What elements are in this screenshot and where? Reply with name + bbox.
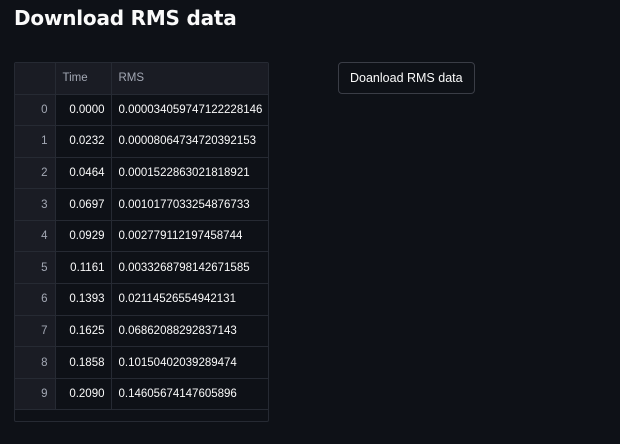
time-cell[interactable]: 0.0697 xyxy=(55,188,112,221)
table-row: 7 0.1625 0.06862088292837143 xyxy=(15,315,268,348)
page-title: Download RMS data xyxy=(14,6,237,30)
rms-cell[interactable]: 0.10150402039289474 xyxy=(111,346,268,379)
table-row: 9 0.2090 0.14605674147605896 xyxy=(15,378,268,411)
rms-cell[interactable]: 0.14605674147605896 xyxy=(111,378,268,411)
time-column-header[interactable]: Time xyxy=(55,63,112,95)
rms-cell[interactable]: 0.02114526554942131 xyxy=(111,283,268,316)
download-rms-data-button[interactable]: Doanload RMS data xyxy=(338,62,475,94)
table-row: 2 0.0464 0.0001522863021818921 xyxy=(15,157,268,190)
row-index-cell[interactable]: 5 xyxy=(15,251,56,285)
table-row: 8 0.1858 0.10150402039289474 xyxy=(15,346,268,379)
table-body: 0 0.0000 0.000034059747122228146 1 0.0232 0.0… xyxy=(15,94,268,411)
table-row: 4 0.0929 0.002779112197458744 xyxy=(15,220,268,253)
row-index-cell[interactable]: 2 xyxy=(15,157,56,190)
table-row: 0 0.0000 0.000034059747122228146 xyxy=(15,94,268,127)
rms-cell[interactable]: 0.002779112197458744 xyxy=(111,220,268,253)
time-cell[interactable]: 0.0929 xyxy=(55,220,112,253)
time-cell[interactable]: 0.1393 xyxy=(55,283,112,316)
index-column-header[interactable] xyxy=(15,63,56,95)
time-cell[interactable]: 0.0464 xyxy=(55,157,112,190)
rms-cell[interactable]: 0.0010177033254876733 xyxy=(111,188,268,221)
time-cell[interactable]: 0.0232 xyxy=(55,125,112,158)
row-index-cell[interactable]: 0 xyxy=(15,94,56,127)
table-header-row: Time RMS xyxy=(15,63,268,95)
rms-cell[interactable]: 0.06862088292837143 xyxy=(111,315,268,348)
time-cell[interactable]: 0.1625 xyxy=(55,315,112,348)
row-index-cell[interactable]: 6 xyxy=(15,283,56,316)
rms-cell[interactable]: 0.00008064734720392153 xyxy=(111,125,268,158)
rms-column-header[interactable]: RMS xyxy=(111,63,268,95)
table-row: 6 0.1393 0.02114526554942131 xyxy=(15,283,268,316)
row-index-cell[interactable]: 4 xyxy=(15,220,56,253)
page: Download RMS data Time RMS 0 0.0000 0.0000… xyxy=(0,0,620,444)
rms-data-table[interactable]: Time RMS 0 0.0000 0.000034059747122228146 1… xyxy=(14,62,269,422)
table-row: 1 0.0232 0.00008064734720392153 xyxy=(15,125,268,158)
time-cell[interactable]: 0.1858 xyxy=(55,346,112,379)
row-index-cell[interactable]: 7 xyxy=(15,315,56,348)
table-row: 3 0.0697 0.0010177033254876733 xyxy=(15,188,268,221)
rms-cell[interactable]: 0.0001522863021818921 xyxy=(111,157,268,190)
time-cell[interactable]: 0.2090 xyxy=(55,378,112,411)
table-row: 5 0.1161 0.0033268798142671585 xyxy=(15,251,268,285)
row-index-cell[interactable]: 1 xyxy=(15,125,56,158)
time-cell[interactable]: 0.1161 xyxy=(55,251,112,285)
rms-cell[interactable]: 0.0033268798142671585 xyxy=(111,251,268,285)
row-index-cell[interactable]: 9 xyxy=(15,378,56,411)
row-index-cell[interactable]: 3 xyxy=(15,188,56,221)
rms-cell[interactable]: 0.000034059747122228146 xyxy=(111,94,268,127)
time-cell[interactable]: 0.0000 xyxy=(55,94,112,127)
row-index-cell[interactable]: 8 xyxy=(15,346,56,379)
